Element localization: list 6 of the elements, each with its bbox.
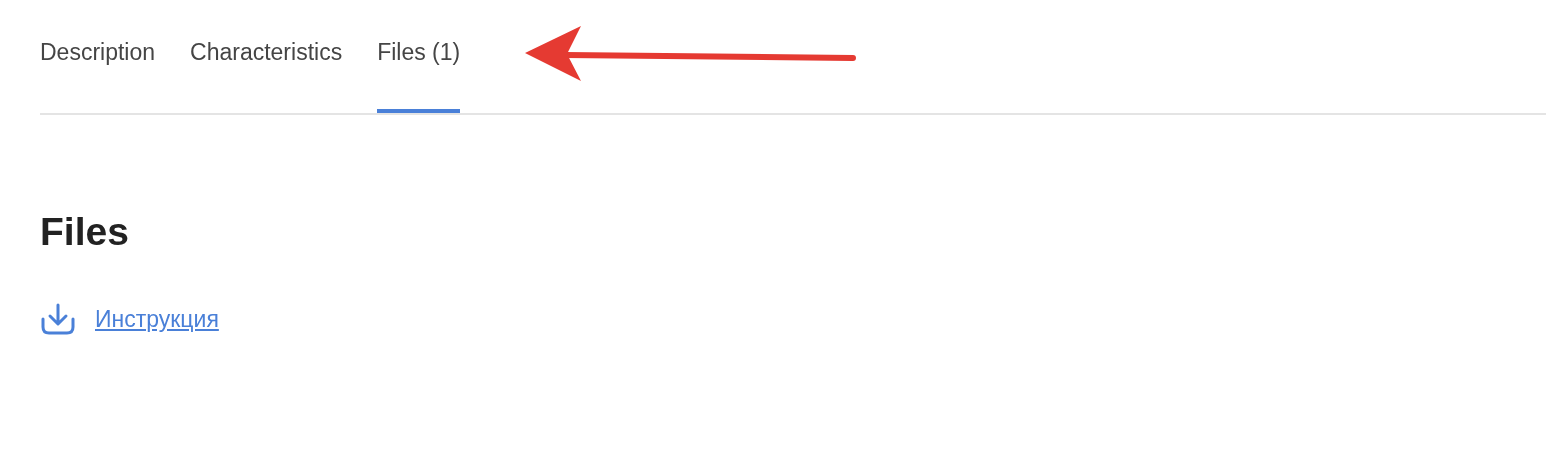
section-title: Files xyxy=(40,209,130,255)
tab[interactable]: Files (1) xyxy=(377,0,461,113)
tab[interactable]: Characteristics xyxy=(190,0,343,113)
file-link[interactable]: Инструкция xyxy=(95,305,219,333)
download-icon xyxy=(40,303,76,335)
tab[interactable]: Description xyxy=(40,0,156,113)
